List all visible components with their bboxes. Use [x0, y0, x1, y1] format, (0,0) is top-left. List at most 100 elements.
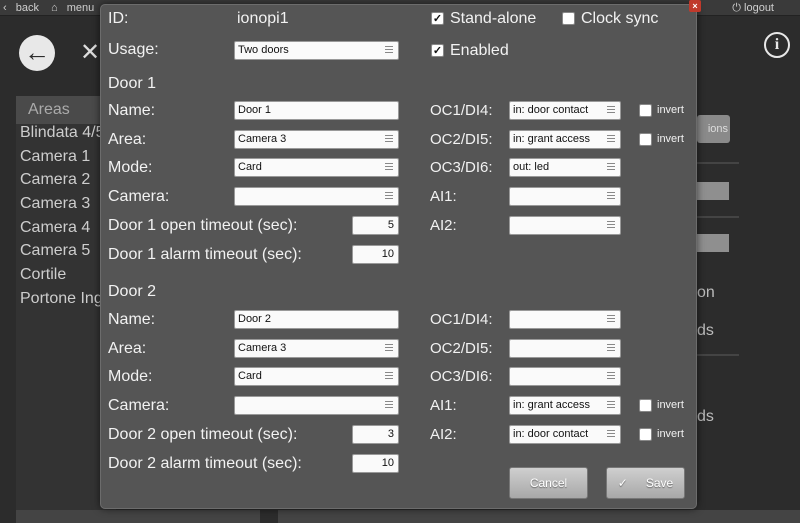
door2-mode-select[interactable]: Card — [234, 367, 399, 386]
door1-title: Door 1 — [108, 75, 157, 92]
enabled-label: Enabled — [450, 42, 509, 59]
door1-mode-value: Card — [238, 161, 262, 173]
door1-area-label: Area: — [108, 131, 147, 148]
door2-mode-value: Card — [238, 370, 262, 382]
door1-camera-label: Camera: — [108, 188, 170, 205]
door1-oc1-value: in: door contact — [513, 104, 589, 116]
door2-name-input[interactable]: Door 2 — [234, 310, 399, 329]
door2-camera-select[interactable] — [234, 396, 399, 415]
door1-oc2-invert-checkbox[interactable] — [639, 133, 652, 146]
door2-alarm-timeout-label: Door 2 alarm timeout (sec): — [108, 455, 302, 472]
door2-mode-label: Mode: — [108, 368, 153, 385]
door2-open-timeout-input[interactable]: 3 — [352, 425, 399, 444]
door2-ai2-invert-label: invert — [657, 428, 684, 440]
clocksync-label: Clock sync — [581, 10, 659, 27]
door2-ai1-label: AI1: — [430, 397, 457, 414]
door2-oc3-label: OC3/DI6: — [430, 368, 493, 385]
door2-alarm-timeout-input[interactable]: 10 — [352, 454, 399, 473]
save-button[interactable]: ✓ Save — [606, 467, 685, 499]
background-footer — [16, 510, 260, 523]
door2-camera-label: Camera: — [108, 397, 170, 414]
top-bar-left: ‹ back ⌂ menu — [3, 0, 106, 16]
menu-link[interactable]: ⌂ menu — [51, 2, 100, 14]
logout-link[interactable]: ⏻ logout — [732, 0, 774, 16]
door2-oc1-select[interactable] — [509, 310, 621, 329]
background-footer — [278, 510, 800, 523]
door1-oc3-select[interactable]: out: led — [509, 158, 621, 177]
door1-oc1-invert-checkbox[interactable] — [639, 104, 652, 117]
close-icon[interactable]: × — [689, 0, 701, 12]
door2-ai1-invert-checkbox[interactable] — [639, 399, 652, 412]
door1-oc2-value: in: grant access — [513, 133, 591, 145]
door2-ai2-label: AI2: — [430, 426, 457, 443]
background-right-panel: ions on ds ds — [697, 96, 800, 523]
clocksync-checkbox[interactable] — [562, 12, 575, 25]
door2-area-label: Area: — [108, 340, 147, 357]
checkmark-icon: ✓ — [617, 476, 628, 490]
chevron-left-icon: ‹ — [3, 2, 7, 14]
door1-oc2-label: OC2/DI5: — [430, 131, 493, 148]
divider — [697, 354, 739, 356]
standalone-label: Stand-alone — [450, 10, 537, 27]
door2-ai1-value: in: grant access — [513, 399, 591, 411]
background-select — [697, 234, 729, 252]
door1-area-value: Camera 3 — [238, 133, 287, 145]
door1-oc3-label: OC3/DI6: — [430, 159, 493, 176]
door2-ai1-select[interactable]: in: grant access — [509, 396, 621, 415]
door2-title: Door 2 — [108, 283, 157, 300]
door1-oc1-label: OC1/DI4: — [430, 102, 493, 119]
door1-open-timeout-label: Door 1 open timeout (sec): — [108, 217, 298, 234]
door2-open-timeout-label: Door 2 open timeout (sec): — [108, 426, 298, 443]
door1-ai2-label: AI2: — [430, 217, 457, 234]
door1-alarm-timeout-label: Door 1 alarm timeout (sec): — [108, 246, 302, 263]
door2-area-value: Camera 3 — [238, 342, 287, 354]
divider — [697, 216, 739, 218]
background-text: on — [697, 284, 715, 301]
door2-ai2-value: in: door contact — [513, 428, 589, 440]
usage-select-value: Two doors — [238, 44, 289, 56]
door1-oc2-invert-label: invert — [657, 133, 684, 145]
door1-area-select[interactable]: Camera 3 — [234, 130, 399, 149]
door1-name-input[interactable]: Door 1 — [234, 101, 399, 120]
door2-oc2-label: OC2/DI5: — [430, 340, 493, 357]
standalone-checkbox[interactable]: ✓ — [431, 12, 444, 25]
door1-mode-select[interactable]: Card — [234, 158, 399, 177]
door1-name-label: Name: — [108, 102, 156, 119]
logout-icon: ⏻ — [732, 2, 741, 14]
door1-oc1-invert-label: invert — [657, 104, 684, 116]
door1-open-timeout-input[interactable]: 5 — [352, 216, 399, 235]
info-icon[interactable]: i — [764, 32, 790, 58]
door2-name-label: Name: — [108, 311, 156, 328]
door1-oc3-value: out: led — [513, 161, 550, 173]
enabled-checkbox[interactable]: ✓ — [431, 44, 444, 57]
save-button-label: Save — [645, 476, 674, 490]
door1-ai1-label: AI1: — [430, 188, 457, 205]
usage-label: Usage: — [108, 41, 159, 58]
door1-ai1-select[interactable] — [509, 187, 621, 206]
id-label: ID: — [108, 10, 129, 27]
background-actions-button[interactable]: ions — [697, 115, 730, 143]
back-link[interactable]: ‹ back — [3, 2, 45, 14]
door1-camera-select[interactable] — [234, 187, 399, 206]
background-field — [697, 182, 729, 200]
id-value: ionopi1 — [237, 10, 289, 27]
door2-oc3-select[interactable] — [509, 367, 621, 386]
door2-ai2-select[interactable]: in: door contact — [509, 425, 621, 444]
door2-ai2-invert-checkbox[interactable] — [639, 428, 652, 441]
door1-alarm-timeout-input[interactable]: 10 — [352, 245, 399, 264]
door2-oc2-select[interactable] — [509, 339, 621, 358]
usage-select[interactable]: Two doors — [234, 41, 399, 60]
tools-icon[interactable]: ✕ — [80, 38, 100, 67]
door1-mode-label: Mode: — [108, 159, 153, 176]
door1-oc2-select[interactable]: in: grant access — [509, 130, 621, 149]
divider — [697, 162, 739, 164]
background-text: ds — [697, 408, 714, 425]
door1-ai2-select[interactable] — [509, 216, 621, 235]
back-arrow-icon[interactable]: ← — [19, 35, 55, 71]
door1-oc1-select[interactable]: in: door contact — [509, 101, 621, 120]
door2-ai1-invert-label: invert — [657, 399, 684, 411]
door2-area-select[interactable]: Camera 3 — [234, 339, 399, 358]
cancel-button[interactable]: Cancel — [509, 467, 588, 499]
home-icon: ⌂ — [50, 2, 58, 14]
door2-oc1-label: OC1/DI4: — [430, 311, 493, 328]
